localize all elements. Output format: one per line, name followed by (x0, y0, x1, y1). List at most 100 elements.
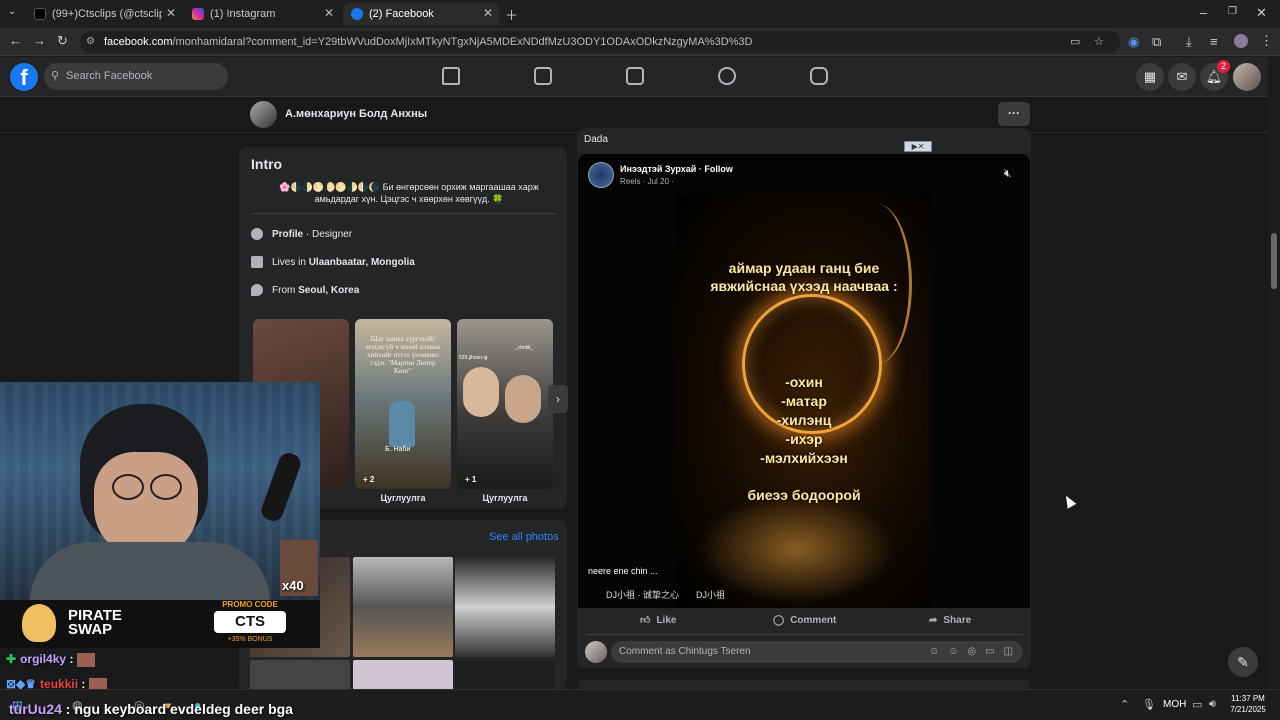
clock-line-3: -хилэнц (776, 412, 832, 428)
photo-thumbnail[interactable] (353, 660, 453, 690)
lives-value[interactable]: Ulaanbaatar, Mongolia (309, 257, 415, 268)
clock-line-5: -мэлхийхээн (760, 450, 848, 466)
minimize-icon[interactable]: – (1200, 5, 1207, 20)
video-icon[interactable] (534, 67, 552, 85)
install-app-icon[interactable]: ▭ (1070, 31, 1080, 53)
close-tab-icon[interactable]: ✕ (166, 6, 176, 20)
photo-thumbnail[interactable] (455, 557, 555, 657)
sponsor-name: PIRATE SWAP (68, 607, 122, 638)
featured-item-3[interactable]: 529.jihoon.ig _choiiii_ + 1 (457, 319, 553, 489)
follow-link[interactable]: · Follow (699, 164, 733, 174)
lives-label: Lives in (272, 256, 306, 268)
ad-choices-icon[interactable]: ▶✕ (904, 141, 932, 152)
tab-facebook[interactable]: (2) Facebook ✕ (343, 3, 499, 25)
new-tab-icon[interactable]: ＋ (505, 5, 519, 23)
search-input[interactable]: ⚲ Search Facebook (44, 63, 228, 90)
reel-audio: DJ小祖 · 诚挚之心 (606, 590, 679, 600)
messenger-icon[interactable]: ✉ (1168, 63, 1196, 91)
new-message-icon[interactable]: ✎ (1228, 647, 1258, 677)
share-button[interactable]: ➦ Share (929, 613, 971, 627)
mute-icon[interactable]: 🔇︎ (1004, 166, 1012, 181)
featured-signature: _choiiii_ (515, 345, 534, 351)
browser-menu-icon[interactable]: ⋮ (1260, 33, 1273, 49)
featured-item-2[interactable]: Шат хашаа хүргэхийг мэдэхгүй ч эхний алх… (355, 319, 451, 489)
page-avatar[interactable] (588, 162, 614, 188)
marketplace-icon[interactable] (626, 67, 644, 85)
close-window-icon[interactable]: ✕ (1256, 5, 1267, 21)
bookmark-star-icon[interactable]: ☆ (1094, 31, 1104, 53)
tab-list-chevron-icon[interactable]: ⌄ (8, 6, 16, 17)
featured-overlay-text: 529.jihoon.ig (459, 355, 488, 361)
account-avatar[interactable] (1233, 63, 1261, 91)
see-all-photos-link[interactable]: See all photos (489, 531, 559, 543)
post-meta: Reels · Jul 20 · (620, 177, 674, 186)
reel-line-1: аймар удаан ганц бие (728, 260, 880, 276)
post-author[interactable]: Инээдтэй Зурхай (620, 164, 696, 174)
extensions-icon[interactable]: ⧉ (1152, 34, 1161, 50)
tab-label: (2) Facebook (369, 8, 434, 20)
next-post-card (577, 680, 1031, 689)
intro-bio: 🌸🌗🌓🌕🌔🌕🌓🌗🌘 Би өнгөрсөөн орхиж маргаашаа х… (259, 181, 559, 205)
mouse-cursor-icon (1061, 493, 1077, 509)
forward-icon[interactable]: → (33, 33, 46, 48)
photo-thumbnail[interactable] (250, 660, 350, 690)
close-tab-icon[interactable]: ✕ (324, 6, 334, 20)
volume-icon[interactable]: 🔊︎ (1209, 698, 1216, 711)
facebook-icon (351, 8, 363, 20)
sparkle-glow (696, 494, 896, 604)
close-tab-icon[interactable]: ✕ (483, 6, 493, 20)
reel-line-2: явжийснаа үхээд наачваа : (710, 278, 898, 294)
url-input[interactable]: ⚙ facebook.com/monhamidaral?comment_id=Y… (80, 31, 1120, 53)
listen-icon[interactable]: ◉ (1128, 34, 1139, 50)
download-icon[interactable]: ⤓ (1186, 34, 1192, 50)
intro-lives-row: Lives in Ulaanbaatar, Mongolia (251, 256, 415, 268)
back-icon[interactable]: ← (9, 33, 22, 48)
like-button[interactable]: 👍︎ Like (640, 613, 676, 627)
commenter-avatar (585, 641, 607, 663)
scrollbar-thumb[interactable] (1271, 233, 1277, 289)
badge-icon: ✚ (6, 652, 17, 666)
profile-name[interactable]: А.мөнхариун Болд Анхны (285, 108, 427, 120)
chevron-right-icon[interactable]: › (548, 385, 568, 413)
multiplier-badge: x40 (282, 578, 304, 593)
comment-placeholder: Comment as Chintugs Tseren (619, 646, 751, 657)
tab-instagram[interactable]: (1) Instagram ✕ (184, 3, 340, 25)
comment-button[interactable]: ◯ Comment (773, 613, 836, 627)
site-info-icon[interactable]: ⚙ (86, 31, 95, 53)
home-icon[interactable] (442, 67, 460, 85)
share-icon: ➦ (929, 614, 938, 626)
intro-from-row: From Seoul, Korea (251, 284, 359, 296)
groups-icon[interactable] (718, 67, 736, 85)
share-label: Share (943, 614, 972, 626)
tab-tiktok[interactable]: (99+)Ctsclips (@ctsclips8) | Tik ✕ (26, 3, 182, 25)
face-figure (463, 367, 499, 417)
streamer-shirt (30, 542, 270, 600)
reel-caption: neere ene chin ... (588, 566, 658, 576)
reel-video[interactable]: Инээдтэй Зурхай · Follow Reels · Jul 20 … (578, 154, 1030, 608)
network-icon[interactable]: ▭ (1192, 698, 1202, 711)
more-options-button[interactable]: ··· (998, 102, 1030, 126)
taskbar-clock[interactable]: 11:37 PM 7/21/2025 (1226, 693, 1270, 715)
microphone-icon[interactable]: 🎙︎ (1142, 698, 1156, 711)
facebook-logo[interactable]: f (10, 63, 38, 91)
reload-icon[interactable]: ↻ (57, 33, 68, 49)
media-controls-icon[interactable]: ≡ (1210, 34, 1218, 49)
comment-input[interactable]: Comment as Chintugs Tseren ☺☺◎▭◫ (611, 641, 1023, 663)
from-value[interactable]: Seoul, Korea (298, 285, 359, 296)
browser-profile-avatar[interactable] (1234, 34, 1248, 48)
post-header-text: Dada (584, 134, 608, 145)
gaming-icon[interactable] (810, 67, 828, 85)
clock-line-4: -ихэр (785, 431, 823, 447)
photo-thumbnail[interactable] (353, 557, 453, 657)
input-language[interactable]: МОН (1163, 699, 1186, 710)
restore-icon[interactable]: ❐ (1228, 6, 1237, 17)
page-scrollbar[interactable] (1268, 57, 1280, 689)
reel-bottom-line: биеээ бодоорой (747, 487, 861, 503)
address-bar: ← → ↻ ⚙ facebook.com/monhamidaral?commen… (0, 28, 1280, 56)
photo-thumbnail[interactable] (455, 660, 555, 690)
chat-user: turUu24 (9, 701, 62, 717)
comment-tools-icons[interactable]: ☺☺◎▭◫ (929, 641, 1022, 663)
profile-avatar[interactable] (250, 101, 277, 128)
tray-chevron-icon[interactable]: ⌃ (1120, 698, 1129, 711)
menu-grid-icon[interactable]: ▦ (1136, 63, 1164, 91)
